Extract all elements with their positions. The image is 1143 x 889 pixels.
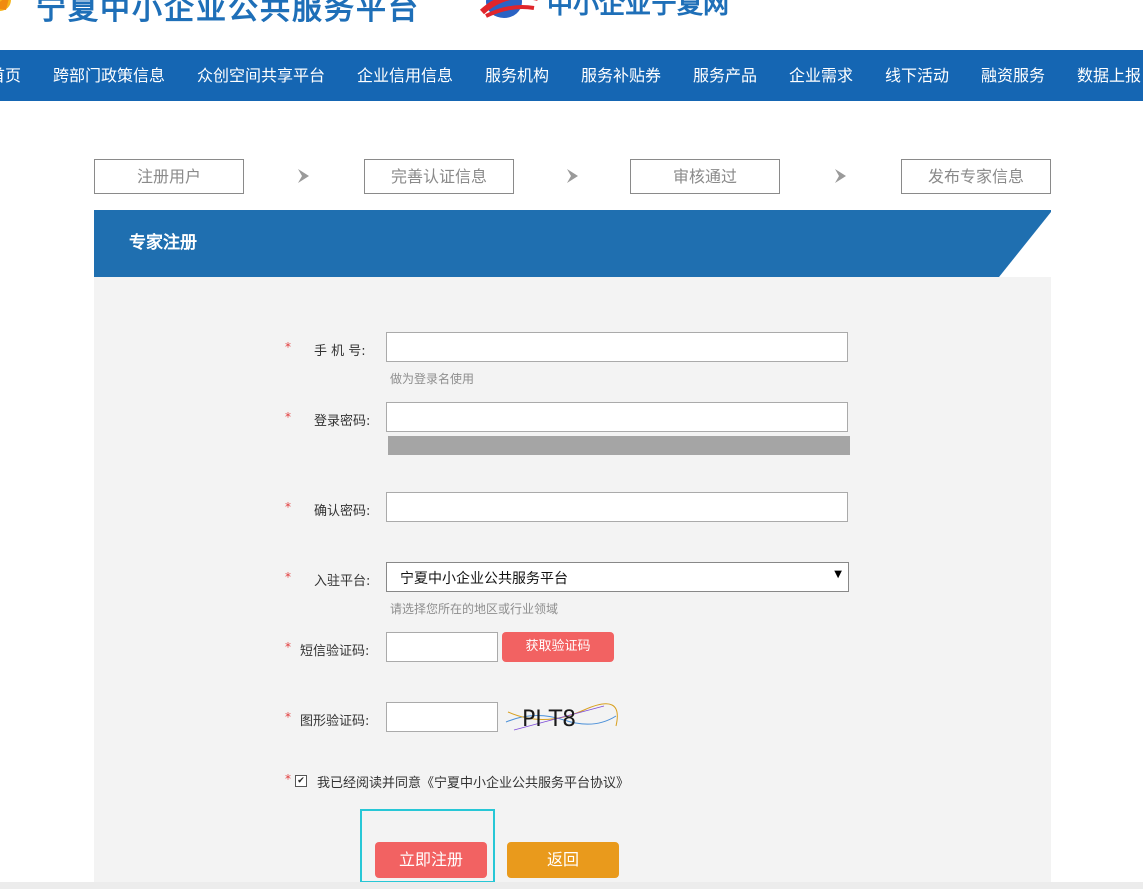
nav-item-finance[interactable]: 融资服务 xyxy=(981,50,1045,101)
confirm-password-label: 确认密码: xyxy=(314,504,371,519)
sms-code-input[interactable] xyxy=(386,632,498,662)
caret-down-icon: ▼ xyxy=(834,569,842,580)
required-mark: * xyxy=(285,500,291,514)
sun-logo-icon xyxy=(0,0,11,11)
step-publish-expert: 发布专家信息 xyxy=(901,159,1051,194)
agree-checkbox[interactable]: ✔ xyxy=(295,775,307,787)
nav-item-policy[interactable]: 跨部门政策信息 xyxy=(53,50,165,101)
chevron-right-icon xyxy=(298,169,309,183)
password-input[interactable] xyxy=(386,402,848,432)
captcha-input[interactable] xyxy=(386,702,498,732)
chevron-right-icon xyxy=(835,169,846,183)
phone-input[interactable] xyxy=(386,332,848,362)
phone-label: 手 机 号: xyxy=(314,344,366,359)
nav-item-data-report[interactable]: 数据上报 xyxy=(1077,50,1141,101)
platform-label: 入驻平台: xyxy=(314,574,371,589)
required-mark: * xyxy=(285,772,291,786)
step-register-user: 注册用户 xyxy=(94,159,244,194)
sms-code-label: 短信验证码: xyxy=(300,644,370,659)
required-mark: * xyxy=(285,340,291,354)
required-mark: * xyxy=(285,570,291,584)
required-mark: * xyxy=(285,640,291,654)
page-footer-strip xyxy=(0,882,1143,889)
nav-item-demands[interactable]: 企业需求 xyxy=(789,50,853,101)
confirm-password-input[interactable] xyxy=(386,492,848,522)
net-title[interactable]: 中小企业宁夏网 xyxy=(547,0,729,21)
step-approved: 审核通过 xyxy=(630,159,780,194)
nav-item-home[interactable]: 首页 xyxy=(0,50,21,101)
site-header: 宁夏中小企业公共服务平台 中小企业宁夏网 xyxy=(0,0,1143,50)
nav-item-maker-space[interactable]: 众创空间共享平台 xyxy=(197,50,325,101)
phone-hint: 做为登录名使用 xyxy=(390,372,475,386)
platform-selected-value: 宁夏中小企业公共服务平台 xyxy=(400,571,568,587)
svg-text:PI T8: PI T8 xyxy=(522,707,576,732)
globe-logo-icon xyxy=(479,0,538,18)
chevron-right-icon xyxy=(567,169,578,183)
panel-header xyxy=(94,212,1051,277)
panel-title: 专家注册 xyxy=(129,233,197,253)
password-strength-bar xyxy=(388,436,850,455)
password-label: 登录密码: xyxy=(314,414,371,429)
nav-item-products[interactable]: 服务产品 xyxy=(693,50,757,101)
get-sms-code-button[interactable]: 获取验证码 xyxy=(502,632,614,662)
main-nav: 首页 跨部门政策信息 众创空间共享平台 企业信用信息 服务机构 服务补贴券 服务… xyxy=(0,50,1143,101)
required-mark: * xyxy=(285,410,291,424)
platform-select[interactable]: 宁夏中小企业公共服务平台 ▼ xyxy=(386,562,849,592)
agreement-link[interactable]: 我已经阅读并同意《宁夏中小企业公共服务平台协议》 xyxy=(317,772,629,791)
step-complete-info: 完善认证信息 xyxy=(364,159,514,194)
back-button[interactable]: 返回 xyxy=(507,842,619,878)
nav-item-vouchers[interactable]: 服务补贴券 xyxy=(581,50,661,101)
site-title[interactable]: 宁夏中小企业公共服务平台 xyxy=(36,0,420,28)
captcha-label: 图形验证码: xyxy=(300,714,370,729)
nav-item-events[interactable]: 线下活动 xyxy=(885,50,949,101)
nav-item-agencies[interactable]: 服务机构 xyxy=(485,50,549,101)
required-mark: * xyxy=(285,710,291,724)
platform-hint: 请选择您所在的地区或行业领域 xyxy=(390,602,559,616)
nav-item-credit[interactable]: 企业信用信息 xyxy=(357,50,453,101)
register-button[interactable]: 立即注册 xyxy=(375,842,487,878)
captcha-image[interactable]: PI T8 xyxy=(504,702,618,734)
